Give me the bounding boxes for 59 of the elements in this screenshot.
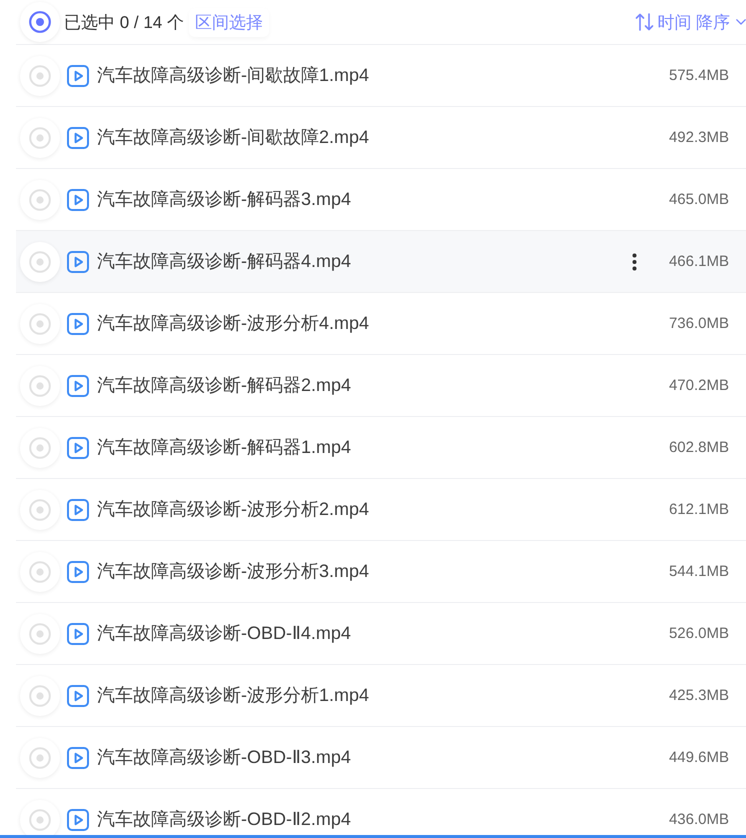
radio-button[interactable]: [20, 676, 60, 716]
file-size: 602.8MB: [668, 438, 729, 456]
play-icon: [67, 250, 89, 272]
file-size: 544.1MB: [668, 562, 729, 580]
file-size: 492.3MB: [668, 128, 729, 146]
file-name: 汽车故障高级诊断-解码器2.mp4: [97, 374, 352, 396]
file-name: 汽车故障高级诊断-OBD-Ⅱ3.mp4: [97, 746, 352, 768]
more-icon[interactable]: [632, 252, 637, 270]
file-name: 汽车故障高级诊断-解码器3.mp4: [97, 188, 352, 210]
file-size: 436.0MB: [668, 810, 729, 828]
radio-icon: [29, 11, 51, 33]
radio-button[interactable]: [20, 614, 60, 654]
radio-button[interactable]: [20, 552, 60, 592]
play-icon: [67, 560, 89, 582]
play-icon: [67, 188, 89, 210]
file-name: 汽车故障高级诊断-解码器1.mp4: [97, 436, 352, 458]
radio-button[interactable]: [20, 738, 60, 778]
radio-button[interactable]: [20, 118, 60, 158]
file-size: 612.1MB: [668, 500, 729, 518]
file-name: 汽车故障高级诊断-间歇故障2.mp4: [97, 126, 370, 148]
play-icon: [67, 498, 89, 520]
play-icon: [67, 622, 89, 644]
radio-button[interactable]: [20, 428, 60, 468]
file-name: 汽车故障高级诊断-OBD-Ⅱ4.mp4: [97, 622, 352, 644]
radio-button[interactable]: [20, 242, 60, 282]
file-size: 449.6MB: [668, 748, 729, 766]
play-icon: [67, 312, 89, 334]
sort-icon: [635, 13, 656, 31]
play-icon: [67, 126, 89, 148]
radio-button[interactable]: [20, 180, 60, 220]
radio-button[interactable]: [20, 490, 60, 530]
radio-button[interactable]: [20, 56, 60, 96]
file-name: 汽车故障高级诊断-波形分析4.mp4: [97, 312, 370, 334]
selection-count: 已选中 0 / 14 个: [64, 12, 184, 34]
chevron-down-icon: [736, 19, 746, 25]
play-icon: [67, 746, 89, 768]
file-size: 526.0MB: [668, 624, 729, 642]
radio-button[interactable]: [20, 304, 60, 344]
file-size: 466.1MB: [668, 252, 729, 270]
file-row[interactable]: 汽车故障高级诊断-解码器4.mp4 466.1MB: [16, 231, 746, 293]
radio-button[interactable]: [20, 800, 60, 835]
play-icon: [67, 684, 89, 706]
play-icon: [67, 808, 89, 830]
radio-button[interactable]: [20, 366, 60, 406]
file-size: 470.2MB: [668, 376, 729, 394]
file-size: 465.0MB: [668, 190, 729, 208]
file-name: 汽车故障高级诊断-解码器4.mp4: [97, 250, 352, 272]
file-name: 汽车故障高级诊断-波形分析2.mp4: [97, 498, 370, 520]
play-icon: [67, 436, 89, 458]
select-all-button[interactable]: [20, 2, 60, 42]
play-icon: [67, 374, 89, 396]
file-name: 汽车故障高级诊断-OBD-Ⅱ2.mp4: [97, 808, 352, 830]
file-name: 汽车故障高级诊断-波形分析1.mp4: [97, 684, 370, 706]
play-icon: [67, 64, 89, 86]
file-size: 736.0MB: [668, 314, 729, 332]
file-name: 汽车故障高级诊断-间歇故障1.mp4: [97, 64, 370, 86]
file-name: 汽车故障高级诊断-波形分析3.mp4: [97, 560, 370, 582]
file-size: 575.4MB: [668, 66, 729, 84]
file-size: 425.3MB: [668, 686, 729, 704]
